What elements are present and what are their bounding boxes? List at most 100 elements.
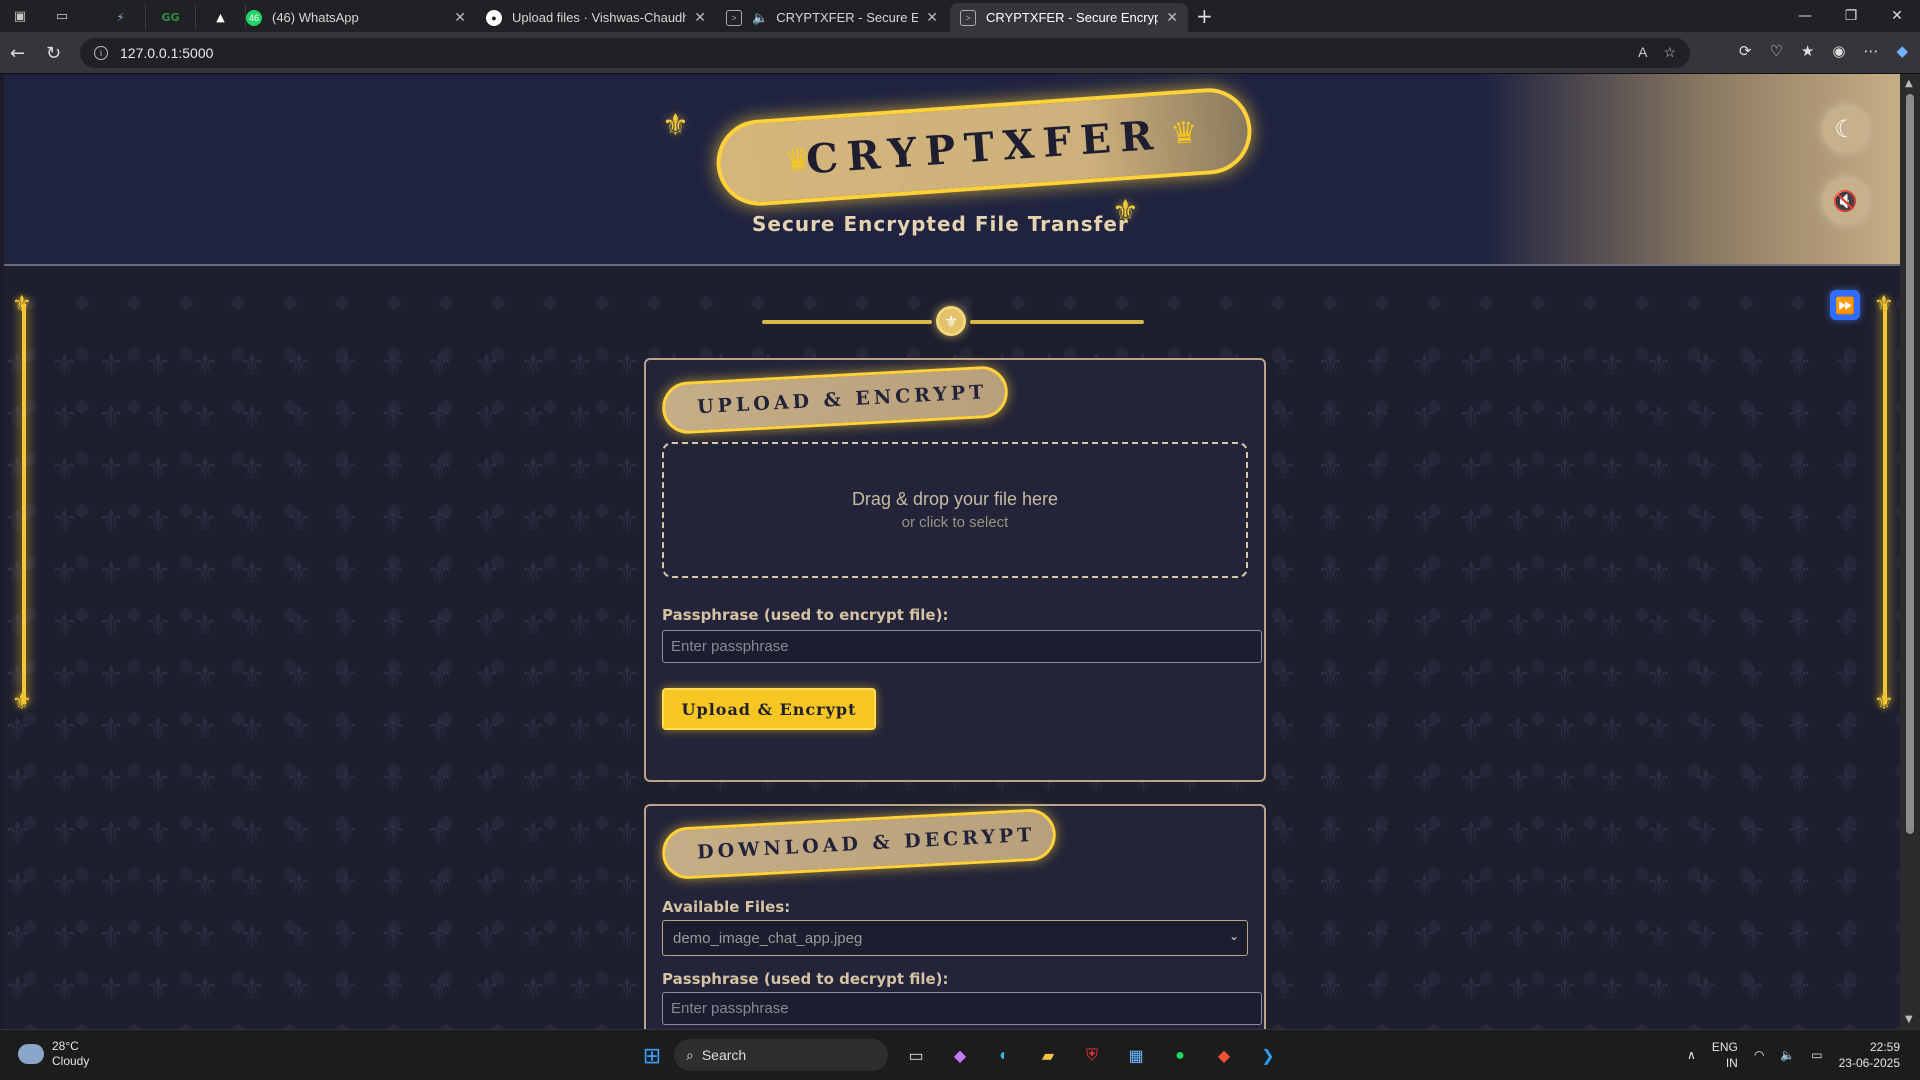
mcafee-icon[interactable]: ⛨ (1078, 1042, 1106, 1070)
tab-title: (46) WhatsApp (272, 10, 359, 25)
copilot-app-icon[interactable]: ◆ (946, 1042, 974, 1070)
available-files-label: Available Files: (662, 898, 791, 916)
chevron-down-icon: ⌄ (1228, 929, 1239, 943)
scroll-up-icon[interactable]: ▲ (1905, 78, 1913, 89)
pinned-tab-bolt[interactable]: ⚡ (96, 4, 146, 30)
theme-toggle-button[interactable]: ☾ (1822, 106, 1868, 152)
whatsapp-icon: 46 (246, 9, 262, 26)
cloudy-weather-icon (18, 1044, 44, 1064)
dropzone-sub-text: or click to select (901, 514, 1009, 531)
refresh-icon[interactable]: ↻ (46, 43, 61, 64)
divider-ornament: ⚜ (936, 306, 966, 336)
file-dropzone[interactable]: Drag & drop your file here or click to s… (662, 442, 1248, 578)
taskbar-apps: ⊞ (638, 1042, 666, 1070)
page-content: ⚜⚜⚜⚜⚜⚜⚜⚜⚜⚜⚜⚜⚜⚜⚜⚜⚜⚜⚜⚜⚜⚜⚜⚜⚜⚜⚜⚜⚜⚜⚜⚜⚜⚜⚜⚜⚜⚜⚜⚜… (4, 74, 1900, 1029)
system-tray: ∧ ENG IN ◠ 🔈 ▭ 22:59 23-06-2025 (1687, 1039, 1900, 1071)
extensions-icon[interactable]: ⟳ (1739, 42, 1752, 60)
left-gold-rod (22, 304, 26, 704)
upload-encrypt-button[interactable]: Upload & Encrypt (662, 688, 876, 730)
site-header: ⚜ ♛ CRYPTXFER ♛ Secure Encrypted File Tr… (4, 74, 1900, 266)
scrollbar-thumb[interactable] (1906, 94, 1914, 834)
spotify-icon[interactable]: ● (1166, 1042, 1194, 1070)
address-bar[interactable]: i 127.0.0.1:5000 A ☆ (80, 38, 1690, 68)
scroll-down-icon[interactable]: ▼ (1905, 1014, 1913, 1025)
tab-whatsapp[interactable]: 46 (46) WhatsApp ✕ (236, 3, 476, 32)
close-tab-icon[interactable]: ✕ (926, 9, 938, 26)
bolt-icon: ⚡ (116, 10, 125, 24)
volume-icon[interactable]: 🔈 (1780, 1048, 1795, 1062)
site-title: CRYPTXFER (804, 111, 1164, 183)
task-view-icon[interactable]: ▭ (902, 1042, 930, 1070)
git-client-icon[interactable]: ◆ (1210, 1042, 1238, 1070)
start-windows-icon[interactable]: ⊞ (638, 1042, 666, 1070)
crown-icon: ♛ (783, 142, 813, 179)
minimize-icon[interactable]: — (1782, 0, 1828, 32)
fleur-de-lis-icon: ⚜ (1874, 690, 1894, 715)
edge-browser-icon[interactable]: ◐ (990, 1042, 1018, 1070)
clock-date: 23-06-2025 (1838, 1056, 1900, 1070)
decrypt-passphrase-input[interactable] (662, 992, 1262, 1025)
fleur-de-lis-icon: ⚜ (12, 690, 32, 715)
tab-title: Upload files · Vishwas-Chaudhary (512, 10, 687, 25)
file-explorer-icon[interactable]: ▰ (1034, 1042, 1062, 1070)
terminal-icon: > (726, 9, 742, 26)
lang-secondary: IN (1725, 1056, 1738, 1070)
tab-cryptxfer-active[interactable]: > CRYPTXFER - Secure Encrypted Fi ✕ (950, 3, 1188, 32)
clock[interactable]: 22:59 23-06-2025 (1839, 1039, 1900, 1071)
weather-temp: 28°C (52, 1039, 79, 1053)
search-placeholder: Search (701, 1047, 747, 1063)
url-text[interactable]: 127.0.0.1:5000 (120, 45, 213, 61)
tab-cryptxfer-audio[interactable]: > 🔈 CRYPTXFER - Secure Encrypted ✕ (716, 3, 948, 32)
browser-essentials-icon[interactable]: ♡ (1769, 42, 1782, 60)
more-menu-icon[interactable]: ⋯ (1863, 42, 1878, 60)
address-bar-row: ← ↻ i 127.0.0.1:5000 A ☆ ⟳ ♡ ★ ◉ ⋯ ◆ (0, 32, 1920, 74)
dropzone-main-text: Drag & drop your file here (851, 489, 1059, 509)
wifi-icon[interactable]: ◠ (1754, 1048, 1764, 1062)
restore-icon[interactable]: ❐ (1828, 0, 1874, 32)
weather-widget[interactable]: 28°C Cloudy (18, 1039, 89, 1069)
back-icon[interactable]: ← (10, 43, 25, 64)
page-scrollbar[interactable]: ▲ ▼ (1900, 74, 1920, 1029)
tab-github-upload[interactable]: ● Upload files · Vishwas-Chaudhary ✕ (476, 3, 716, 32)
site-info-icon[interactable]: i (94, 46, 108, 60)
show-hidden-icons-icon[interactable]: ∧ (1687, 1048, 1696, 1062)
taskbar-search[interactable]: ⌕ Search (674, 1039, 888, 1071)
read-aloud-icon[interactable]: A (1638, 44, 1647, 61)
fleur-de-lis-icon: ⚜ (662, 108, 689, 143)
terminal-icon: > (960, 9, 976, 26)
site-subtitle: Secure Encrypted File Transfer (752, 212, 1129, 236)
new-tab-icon[interactable]: + (1196, 4, 1213, 28)
close-tab-icon[interactable]: ✕ (1166, 9, 1178, 26)
battery-icon[interactable]: ▭ (1811, 1048, 1822, 1062)
vscode-icon[interactable]: ❯ (1254, 1042, 1282, 1070)
microsoft-store-icon[interactable]: ▦ (1122, 1042, 1150, 1070)
moon-icon: ☾ (1834, 115, 1856, 143)
divider-left (762, 320, 932, 324)
close-tab-icon[interactable]: ✕ (454, 9, 466, 26)
vercel-icon: ▲ (216, 10, 225, 24)
favorite-star-icon[interactable]: ☆ (1663, 44, 1676, 61)
fast-forward-icon: ⏩ (1835, 295, 1855, 315)
close-tab-icon[interactable]: ✕ (694, 9, 706, 26)
browser-tab-bar: ▣ ▭ ⚡ GG ▲ 46 (46) WhatsApp ✕ ● Upload f… (0, 0, 1920, 32)
download-card-heading-badge: DOWNLOAD & DECRYPT (660, 807, 1058, 881)
copilot-icon[interactable]: ◆ (1896, 42, 1908, 60)
favorites-icon[interactable]: ★ (1801, 42, 1814, 60)
tab-title: CRYPTXFER - Secure Encrypted (776, 10, 919, 25)
lang-primary: ENG (1711, 1040, 1738, 1054)
mute-toggle-button[interactable]: 🔇 (1822, 178, 1868, 224)
upload-card: UPLOAD & ENCRYPT Drag & drop your file h… (644, 358, 1266, 782)
pinned-tab-geeks[interactable]: GG (146, 4, 196, 30)
fleur-de-lis-icon: ⚜ (943, 311, 959, 331)
available-files-select[interactable]: demo_image_chat_app.jpeg ⌄ (662, 920, 1248, 956)
weather-desc: Cloudy (52, 1054, 90, 1068)
language-indicator[interactable]: ENG IN (1712, 1039, 1738, 1071)
download-card: DOWNLOAD & DECRYPT Available Files: demo… (644, 804, 1266, 1029)
workspaces-icon[interactable]: ▣ (10, 6, 30, 26)
encrypt-passphrase-input[interactable] (662, 630, 1262, 663)
speaker-icon[interactable]: 🔈 (752, 10, 768, 26)
skip-track-button[interactable]: ⏩ (1830, 290, 1860, 320)
profile-icon[interactable]: ◉ (1832, 42, 1845, 60)
tab-actions-icon[interactable]: ▭ (52, 6, 72, 26)
close-window-icon[interactable]: ✕ (1874, 0, 1920, 32)
